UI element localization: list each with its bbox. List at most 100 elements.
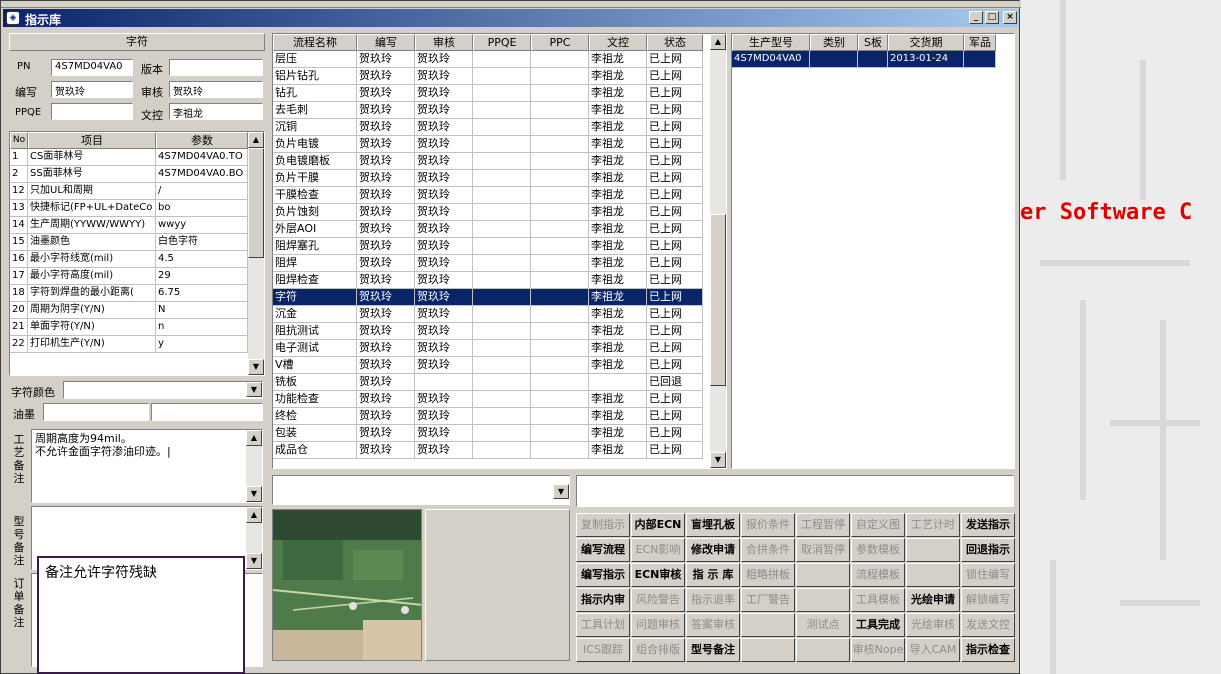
action-button[interactable]: 光绘审核 <box>906 613 960 637</box>
process-row[interactable]: 电子测试 贺玖玲 贺玖玲 李祖龙 已上网 <box>273 340 703 357</box>
action-button[interactable]: 编写流程 <box>576 538 630 562</box>
action-button[interactable]: 自定义图 <box>851 513 905 537</box>
process-header-ppqe[interactable]: PPQE <box>473 34 531 51</box>
process-row[interactable]: 干膜检查 贺玖玲 贺玖玲 李祖龙 已上网 <box>273 187 703 204</box>
action-button[interactable]: 工具计划 <box>576 613 630 637</box>
action-button[interactable]: 发送文控 <box>961 613 1015 637</box>
models-header-military[interactable]: 军品 <box>964 34 996 51</box>
process-row[interactable]: 阻焊检查 贺玖玲 贺玖玲 李祖龙 已上网 <box>273 272 703 289</box>
action-button[interactable]: 型号备注 <box>686 638 740 662</box>
scroll-down-arrow-icon[interactable]: ▼ <box>248 359 264 375</box>
process-row[interactable]: 去毛刺 贺玖玲 贺玖玲 李祖龙 已上网 <box>273 102 703 119</box>
action-button[interactable]: ICS跟踪 <box>576 638 630 662</box>
process-row[interactable]: 层压 贺玖玲 贺玖玲 李祖龙 已上网 <box>273 51 703 68</box>
scroll-up-arrow-icon[interactable]: ▲ <box>246 507 262 523</box>
process-scrollbar[interactable]: ▲ ▼ <box>710 34 726 468</box>
process-row[interactable]: 阻焊塞孔 贺玖玲 贺玖玲 李祖龙 已上网 <box>273 238 703 255</box>
params-row[interactable]: 17 最小字符高度(mil) 29 <box>10 268 248 285</box>
action-button[interactable]: 风险警告 <box>631 588 685 612</box>
process-row[interactable]: 负片电镀 贺玖玲 贺玖玲 李祖龙 已上网 <box>273 136 703 153</box>
process-header-editor[interactable]: 编写 <box>357 34 415 51</box>
params-header-item[interactable]: 项目 <box>28 132 156 149</box>
action-button[interactable]: 工艺计时 <box>906 513 960 537</box>
action-button[interactable]: 流程模板 <box>851 563 905 587</box>
process-note-scrollbar[interactable]: ▲ ▼ <box>246 430 262 502</box>
params-header-no[interactable]: No <box>10 132 28 149</box>
ppqe-field[interactable] <box>51 103 133 120</box>
scroll-up-arrow-icon[interactable]: ▲ <box>248 132 264 148</box>
action-button[interactable]: 回退指示 <box>961 538 1015 562</box>
action-button[interactable]: 复制指示 <box>576 513 630 537</box>
scroll-down-arrow-icon[interactable]: ▼ <box>246 553 262 569</box>
action-button[interactable]: 工具完成 <box>851 613 905 637</box>
command-input[interactable] <box>576 475 1014 507</box>
doc-control-field[interactable]: 李祖龙 <box>169 103 263 120</box>
action-button[interactable]: 取消暂停 <box>796 538 850 562</box>
action-button[interactable]: 答案审核 <box>686 613 740 637</box>
models-header-category[interactable]: 类别 <box>810 34 858 51</box>
process-row[interactable]: 铝片钻孔 贺玖玲 贺玖玲 李祖龙 已上网 <box>273 68 703 85</box>
action-button[interactable]: 内部ECN <box>631 513 685 537</box>
params-row[interactable]: 21 单面字符(Y/N) n <box>10 319 248 336</box>
action-button[interactable]: ECN审核 <box>631 563 685 587</box>
params-row[interactable]: 14 生产周期(YYWW/WWYY) wwyy <box>10 217 248 234</box>
params-row[interactable]: 18 字符到焊盘的最小距离(6.75 <box>10 285 248 302</box>
models-header-model[interactable]: 生产型号 <box>732 34 810 51</box>
popup-note[interactable]: 备注允许字符残缺 <box>37 556 245 674</box>
params-grid[interactable]: No 项目 参数 1 CS面菲林号 4S7MD04VA0.TO 2 SS面菲林号 4S7M… <box>9 131 265 376</box>
action-button[interactable]: 工厂警告 <box>741 588 795 612</box>
process-header-ppc[interactable]: PPC <box>531 34 589 51</box>
process-row[interactable]: 沉金 贺玖玲 贺玖玲 李祖龙 已上网 <box>273 306 703 323</box>
action-button[interactable]: 指 示 库 <box>686 563 740 587</box>
chevron-down-icon[interactable]: ▼ <box>246 382 262 397</box>
action-button[interactable]: 参数模板 <box>851 538 905 562</box>
action-button[interactable] <box>906 538 960 562</box>
params-row[interactable]: 22 打印机生产(Y/N) y <box>10 336 248 353</box>
action-button[interactable]: 指示检查 <box>961 638 1015 662</box>
scroll-down-arrow-icon[interactable]: ▼ <box>710 452 726 468</box>
process-row[interactable]: 成品仓 贺玖玲 贺玖玲 李祖龙 已上网 <box>273 442 703 459</box>
params-row[interactable]: 12 只加UL和周期 / <box>10 183 248 200</box>
action-button[interactable]: 工具模板 <box>851 588 905 612</box>
process-header-doc[interactable]: 文控 <box>589 34 647 51</box>
minimize-button[interactable]: _ <box>969 11 983 24</box>
models-row[interactable]: 4S7MD04VA0 2013-01-24 <box>732 51 996 68</box>
params-row[interactable]: 2 SS面菲林号 4S7MD04VA0.BO <box>10 166 248 183</box>
params-header-value[interactable]: 参数 <box>156 132 248 149</box>
maximize-button[interactable]: □ <box>985 11 999 24</box>
params-row[interactable]: 1 CS面菲林号 4S7MD04VA0.TO <box>10 149 248 166</box>
scroll-up-arrow-icon[interactable]: ▲ <box>710 34 726 50</box>
model-note-scrollbar[interactable]: ▲ ▼ <box>246 507 262 569</box>
action-button[interactable]: 工程暂停 <box>796 513 850 537</box>
action-button[interactable]: 合拼条件 <box>741 538 795 562</box>
char-color-select[interactable]: ▼ <box>63 381 263 399</box>
process-row[interactable]: 字符 贺玖玲 贺玖玲 李祖龙 已上网 <box>273 289 703 306</box>
params-row[interactable]: 20 周期为阴字(Y/N) N <box>10 302 248 319</box>
process-select[interactable]: ▼ <box>272 475 570 505</box>
action-button[interactable] <box>741 613 795 637</box>
models-header-delivery[interactable]: 交货期 <box>888 34 964 51</box>
action-button[interactable] <box>906 563 960 587</box>
scroll-thumb[interactable] <box>710 214 726 386</box>
action-button[interactable]: 导入CAM <box>906 638 960 662</box>
action-button[interactable] <box>741 638 795 662</box>
ink-field-2[interactable] <box>151 403 263 421</box>
process-row[interactable]: V槽 贺玖玲 贺玖玲 李祖龙 已上网 <box>273 357 703 374</box>
process-row[interactable]: 沉铜 贺玖玲 贺玖玲 李祖龙 已上网 <box>273 119 703 136</box>
models-grid[interactable]: 生产型号 类别 S板 交货期 军品 4S7MD04VA0 2013-01-24 <box>731 33 1015 469</box>
process-row[interactable]: 包装 贺玖玲 贺玖玲 李祖龙 已上网 <box>273 425 703 442</box>
action-button[interactable]: ECN影响 <box>631 538 685 562</box>
action-button[interactable]: 问题审核 <box>631 613 685 637</box>
params-scrollbar[interactable]: ▲ ▼ <box>248 132 264 375</box>
process-header-name[interactable]: 流程名称 <box>273 34 357 51</box>
models-header-sboard[interactable]: S板 <box>858 34 888 51</box>
process-row[interactable]: 外层AOI 贺玖玲 贺玖玲 李祖龙 已上网 <box>273 221 703 238</box>
action-button[interactable]: 解锁编写 <box>961 588 1015 612</box>
process-row[interactable]: 终检 贺玖玲 贺玖玲 李祖龙 已上网 <box>273 408 703 425</box>
action-button[interactable]: 组合排版 <box>631 638 685 662</box>
version-field[interactable] <box>169 59 263 76</box>
action-button[interactable] <box>796 638 850 662</box>
process-header-reviewer[interactable]: 审核 <box>415 34 473 51</box>
scroll-thumb[interactable] <box>248 148 264 258</box>
process-note-text[interactable]: 周期高度为94mil。 不允许金面字符渗油印迹。| ▲ ▼ <box>31 429 263 503</box>
